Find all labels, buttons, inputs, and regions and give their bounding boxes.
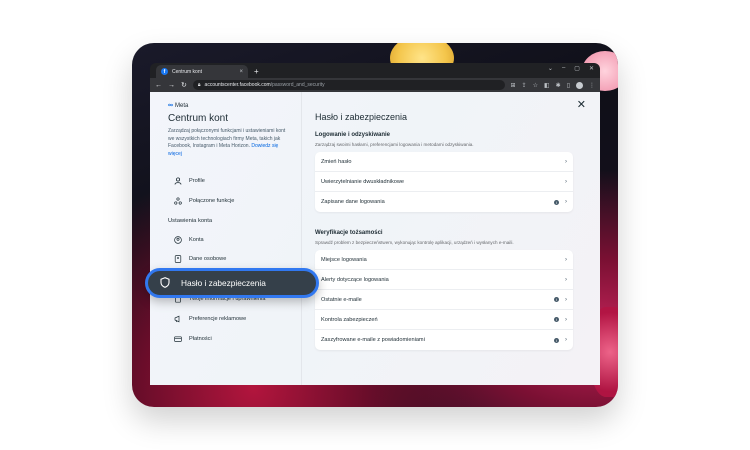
- sidebar-item-label: Profile: [189, 178, 205, 184]
- account-circle-icon: [174, 236, 182, 244]
- puzzle-icon[interactable]: ✱: [556, 82, 561, 89]
- accounts-center-page: ∞ Meta Centrum kont Zarządzaj połączonym…: [150, 92, 600, 385]
- window-controls: ⌄ – ▢ ✕: [548, 65, 594, 72]
- chevron-right-icon: ›: [565, 296, 567, 303]
- profile-avatar[interactable]: [576, 81, 583, 89]
- sidebar-item-personal-details[interactable]: Dane osobowe: [174, 255, 226, 263]
- lock-icon: 🔒︎: [197, 82, 201, 88]
- chevron-right-icon: ›: [565, 256, 567, 263]
- login-group-description: Zarządzaj swoimi hasłami, preferencjami …: [315, 142, 474, 147]
- megaphone-icon: [174, 315, 182, 323]
- id-card-icon: [174, 255, 182, 263]
- toolbar-icons: ⊞ ⇪ ☆ ◧ ✱ ▯ ⋮: [511, 81, 595, 89]
- connected-icon: [174, 197, 182, 205]
- chevron-down-icon[interactable]: ⌄: [548, 65, 553, 72]
- section-label: Ustawienia konta: [168, 218, 213, 224]
- verify-group-title: Weryfikacje tożsamości: [315, 230, 383, 236]
- address-bar[interactable]: 🔒︎ accountscenter.facebook.com/password_…: [192, 80, 505, 90]
- info-icon: i: [554, 317, 559, 322]
- chevron-right-icon: ›: [565, 276, 567, 283]
- sidebar-item-label: Dane osobowe: [189, 256, 227, 262]
- extension-icon[interactable]: ◧: [544, 82, 550, 89]
- person-icon: [174, 177, 182, 185]
- sidebar-item-label: Połączone funkcje: [189, 198, 235, 204]
- shield-icon: [160, 276, 170, 290]
- sidebar-description: Zarządzaj połączonymi funkcjami i ustawi…: [168, 128, 286, 157]
- sidebar-item-connected[interactable]: Połączone funkcje: [174, 197, 234, 205]
- new-tab-button[interactable]: +: [254, 67, 259, 76]
- tab-bar: f Centrum kont × + ⌄ – ▢ ✕: [150, 63, 600, 78]
- list-item[interactable]: Uwierzytelnianie dwuskładnikowe ›: [315, 172, 573, 192]
- close-icon[interactable]: ✕: [577, 98, 586, 111]
- forward-icon[interactable]: →: [168, 82, 175, 89]
- browser-toolbar: ← → ↻ 🔒︎ accountscenter.facebook.com/pas…: [150, 78, 600, 92]
- close-tab-icon[interactable]: ×: [239, 69, 243, 75]
- sidebar-item-accounts[interactable]: Konta: [174, 236, 204, 244]
- list-item[interactable]: Kontrola zabezpieczeń i ›: [315, 310, 573, 330]
- browser-window: f Centrum kont × + ⌄ – ▢ ✕ ← → ↻ 🔒︎ acco…: [150, 63, 600, 385]
- chevron-right-icon: ›: [565, 337, 567, 343]
- sidebar-item-label: Hasło i zabezpieczenia: [181, 278, 266, 288]
- maximize-icon[interactable]: ▢: [574, 65, 580, 72]
- tab-title: Centrum kont: [172, 68, 203, 75]
- sidebar-item-label: Płatności: [189, 336, 212, 342]
- translate-icon[interactable]: ⊞: [511, 82, 516, 89]
- minimize-icon[interactable]: –: [562, 65, 565, 72]
- page-title: Hasło i zabezpieczenia: [315, 112, 408, 122]
- meta-logo: ∞ Meta: [168, 102, 188, 109]
- close-window-icon[interactable]: ✕: [589, 65, 594, 72]
- back-icon[interactable]: ←: [155, 82, 162, 89]
- url-path: /password_and_security: [270, 82, 325, 88]
- meta-infinity-icon: ∞: [168, 102, 173, 109]
- chevron-right-icon: ›: [565, 158, 567, 165]
- main-content: Hasło i zabezpieczenia ✕ Logowanie i odz…: [315, 92, 590, 385]
- url-host: accountscenter.facebook.com: [204, 82, 271, 88]
- chevron-right-icon: ›: [565, 178, 567, 185]
- info-icon: i: [554, 199, 559, 205]
- chevron-right-icon: ›: [565, 199, 567, 205]
- menu-icon[interactable]: ⋮: [589, 82, 595, 89]
- sidebar-item-password-security[interactable]: Hasło i zabezpieczenia: [145, 268, 319, 298]
- login-card: Zmień hasło › Uwierzytelnianie dwuskładn…: [315, 152, 573, 212]
- list-item[interactable]: Ostatnie e-maile i ›: [315, 290, 573, 310]
- info-icon: i: [554, 297, 559, 302]
- credit-card-icon: [174, 335, 182, 343]
- reload-icon[interactable]: ↻: [181, 81, 187, 89]
- sidebar-title: Centrum kont: [168, 113, 229, 124]
- tablet-frame: f Centrum kont × + ⌄ – ▢ ✕ ← → ↻ 🔒︎ acco…: [132, 43, 618, 407]
- share-icon[interactable]: ⇪: [522, 82, 527, 89]
- list-item[interactable]: Miejsce logowania ›: [315, 250, 573, 270]
- chevron-right-icon: ›: [565, 316, 567, 323]
- list-item[interactable]: Zapisane dane logowania i ›: [315, 192, 573, 212]
- sidebar-item-ad-preferences[interactable]: Preferencje reklamowe: [174, 315, 246, 323]
- facebook-icon: f: [161, 68, 168, 75]
- sidebar-item-label: Preferencje reklamowe: [189, 316, 247, 322]
- verify-group-description: Sprawdź problem z bezpieczeństwem, wykon…: [315, 240, 514, 245]
- sidebar-item-label: Konta: [189, 237, 204, 243]
- verify-card: Miejsce logowania › Alerty dotyczące log…: [315, 250, 573, 350]
- login-group-title: Logowanie i odzyskiwanie: [315, 132, 391, 138]
- sidebar: ∞ Meta Centrum kont Zarządzaj połączonym…: [150, 92, 302, 385]
- sidebar-item-profiles[interactable]: Profile: [174, 177, 205, 185]
- list-item[interactable]: Alerty dotyczące logowania ›: [315, 270, 573, 290]
- list-item[interactable]: Zmień hasło ›: [315, 152, 573, 172]
- list-item[interactable]: Zaszyfrowane e-maile z powiadomieniami i…: [315, 330, 573, 350]
- sidepanel-icon[interactable]: ▯: [567, 82, 570, 89]
- sidebar-item-payments[interactable]: Płatności: [174, 335, 212, 343]
- meta-brand: Meta: [175, 102, 189, 109]
- info-icon: i: [554, 337, 559, 343]
- browser-tab[interactable]: f Centrum kont ×: [156, 65, 248, 78]
- bookmark-star-icon[interactable]: ☆: [533, 82, 538, 89]
